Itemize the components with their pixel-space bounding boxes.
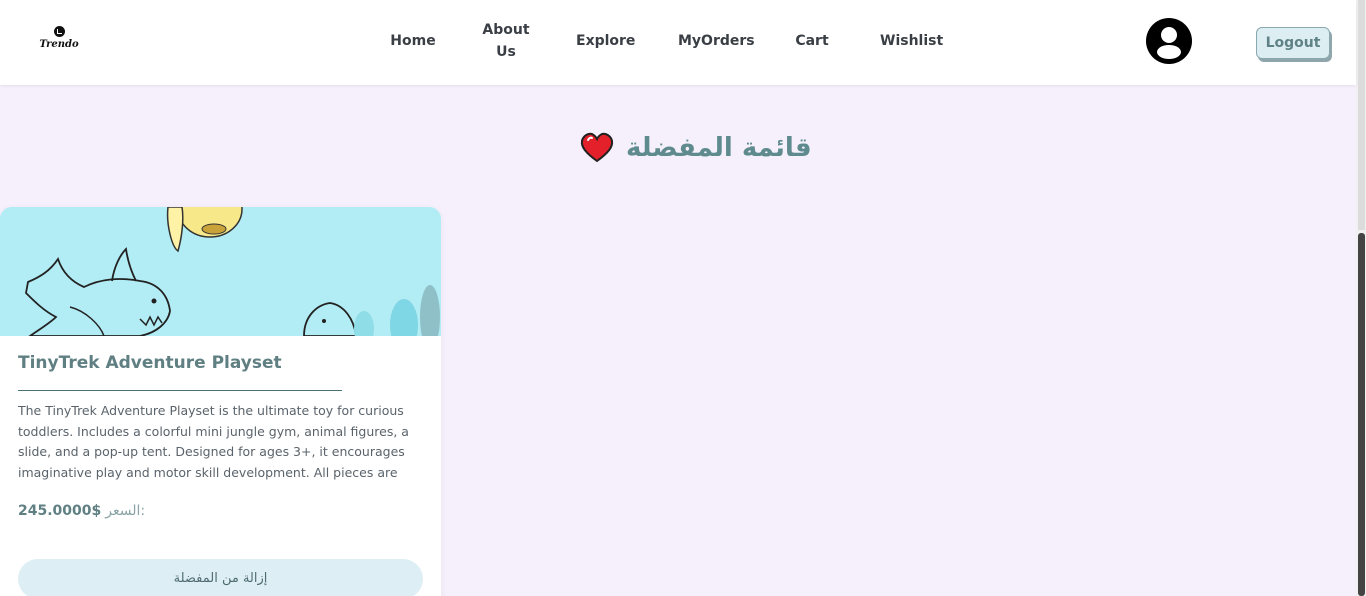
price-label: السعر:	[105, 503, 146, 519]
navbar: Trendo Home About Us Explore MyOrders Ca…	[0, 0, 1356, 85]
logo-text: Trendo	[39, 39, 79, 50]
brand-logo[interactable]: Trendo	[36, 26, 82, 54]
scrollbar-thumb[interactable]	[1358, 233, 1365, 596]
price-value: 245.0000$	[18, 503, 102, 519]
logout-button[interactable]: Logout	[1256, 27, 1330, 59]
product-price: 245.0000$ السعر:	[18, 503, 145, 519]
page-title-text: قائمة المفضلة	[626, 133, 812, 163]
title-divider	[18, 390, 342, 391]
logo-icon	[53, 26, 65, 37]
scrollbar-upper	[1358, 0, 1365, 230]
nav-cart[interactable]: Cart	[795, 30, 829, 52]
heart-icon	[580, 131, 614, 165]
nav-wishlist[interactable]: Wishlist	[880, 30, 943, 52]
remove-from-wishlist-button[interactable]: إزالة من المفضلة	[18, 559, 423, 596]
page-title: قائمة المفضلة	[580, 128, 820, 168]
nav-my-orders[interactable]: MyOrders	[678, 30, 755, 52]
product-description: The TinyTrek Adventure Playset is the ul…	[18, 403, 409, 480]
nav-home[interactable]: Home	[390, 30, 436, 52]
product-image	[0, 207, 441, 336]
user-avatar-icon[interactable]	[1146, 18, 1192, 64]
product-name: TinyTrek Adventure Playset	[18, 353, 282, 373]
nav-explore[interactable]: Explore	[576, 30, 635, 52]
wishlist-card: TinyTrek Adventure Playset The TinyTrek …	[0, 207, 441, 596]
nav-about-us[interactable]: About Us	[482, 19, 530, 63]
